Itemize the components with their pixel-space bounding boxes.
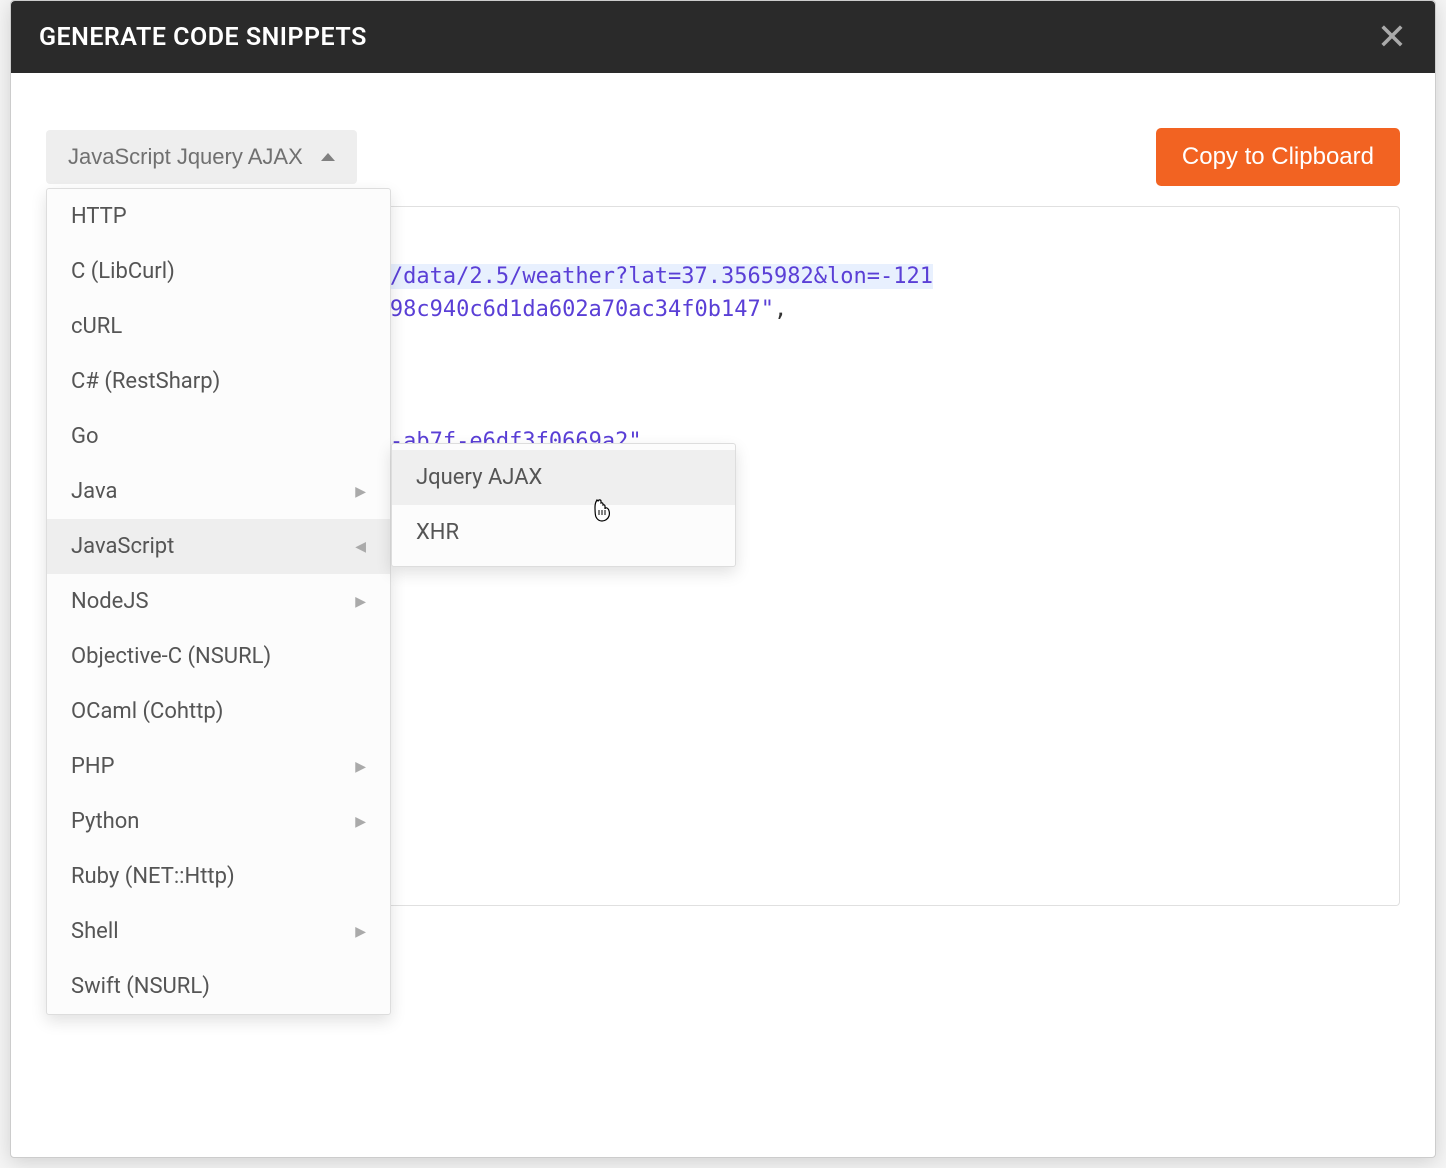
submenu-item-label: XHR [416, 520, 459, 545]
menu-item-label: Ruby (NET::Http) [71, 864, 235, 889]
menu-item-label: Swift (NSURL) [71, 974, 210, 999]
close-icon[interactable]: ✕ [1377, 19, 1407, 55]
language-menu: HTTP C (LibCurl) cURL C# (RestSharp) Go Java ▶… [46, 188, 391, 1015]
menu-item-javascript[interactable]: JavaScript ◀ [47, 519, 390, 574]
copy-button[interactable]: Copy to Clipboard [1156, 128, 1400, 186]
menu-item-label: Shell [71, 919, 119, 944]
menu-item-java[interactable]: Java ▶ [47, 464, 390, 519]
caret-right-icon: ▶ [355, 924, 366, 940]
menu-item-go[interactable]: Go [47, 409, 390, 464]
menu-item-label: C# (RestSharp) [71, 369, 220, 394]
code-comma: , [774, 297, 787, 322]
menu-item-c-libcurl-[interactable]: C (LibCurl) [47, 244, 390, 299]
toolbar: JavaScript Jquery AJAX Copy to Clipboard [46, 128, 1400, 186]
menu-item-ruby-net-http-[interactable]: Ruby (NET::Http) [47, 849, 390, 904]
caret-right-icon: ▶ [355, 814, 366, 830]
menu-item-label: Python [71, 809, 139, 834]
menu-item-ocaml-cohttp-[interactable]: OCaml (Cohttp) [47, 684, 390, 739]
menu-item-label: Java [71, 479, 117, 504]
menu-item-label: HTTP [71, 204, 127, 229]
dropdown-label: JavaScript Jquery AJAX [68, 144, 303, 170]
caret-up-icon [321, 153, 335, 161]
javascript-submenu: Jquery AJAX XHR [391, 443, 736, 567]
caret-right-icon: ▶ [355, 484, 366, 500]
menu-item-label: C (LibCurl) [71, 259, 175, 284]
submenu-item-xhr[interactable]: XHR [392, 505, 735, 560]
menu-item-shell[interactable]: Shell ▶ [47, 904, 390, 959]
caret-left-icon: ◀ [355, 539, 366, 555]
menu-item-label: NodeJS [71, 589, 149, 614]
language-dropdown[interactable]: JavaScript Jquery AJAX [46, 130, 357, 184]
menu-item-python[interactable]: Python ▶ [47, 794, 390, 849]
menu-item-label: cURL [71, 314, 122, 339]
menu-item-c-restsharp-[interactable]: C# (RestSharp) [47, 354, 390, 409]
menu-item-http[interactable]: HTTP [47, 189, 390, 244]
modal-header: GENERATE CODE SNIPPETS ✕ [11, 1, 1435, 73]
menu-item-nodejs[interactable]: NodeJS ▶ [47, 574, 390, 629]
menu-item-label: Go [71, 424, 99, 449]
caret-right-icon: ▶ [355, 759, 366, 775]
modal-body: JavaScript Jquery AJAX Copy to Clipboard… [11, 73, 1435, 941]
caret-right-icon: ▶ [355, 594, 366, 610]
modal: GENERATE CODE SNIPPETS ✕ JavaScript Jque… [10, 0, 1436, 1158]
submenu-item-label: Jquery AJAX [416, 465, 542, 490]
submenu-item-jquery-ajax[interactable]: Jquery AJAX [392, 450, 735, 505]
menu-item-php[interactable]: PHP ▶ [47, 739, 390, 794]
menu-item-label: PHP [71, 754, 114, 779]
menu-item-label: JavaScript [71, 534, 174, 559]
menu-item-objective-c-nsurl-[interactable]: Objective-C (NSURL) [47, 629, 390, 684]
menu-item-swift-nsurl-[interactable]: Swift (NSURL) [47, 959, 390, 1014]
menu-item-curl[interactable]: cURL [47, 299, 390, 354]
menu-item-label: OCaml (Cohttp) [71, 699, 223, 724]
menu-item-label: Objective-C (NSURL) [71, 644, 271, 669]
modal-title: GENERATE CODE SNIPPETS [39, 23, 367, 52]
